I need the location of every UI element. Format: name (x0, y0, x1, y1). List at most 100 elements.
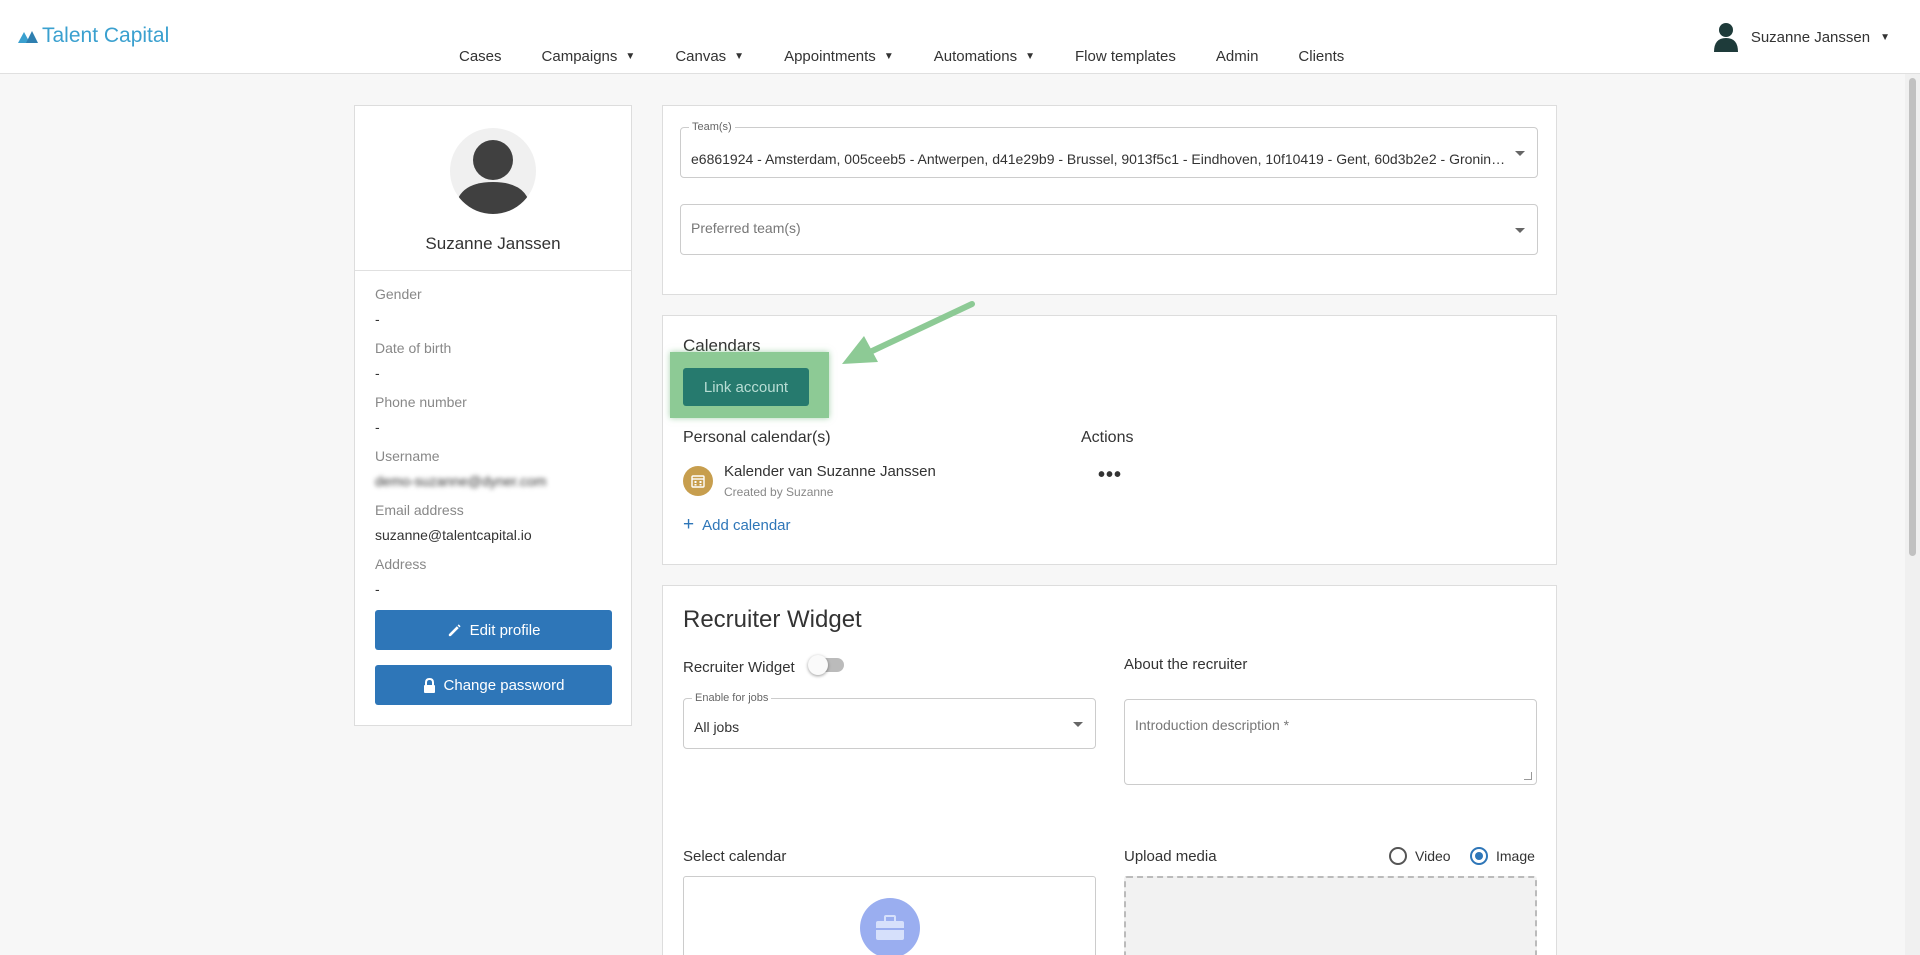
teams-value: e6861924 - Amsterdam, 005ceeb5 - Antwerp… (691, 151, 1511, 167)
nav-item-cases[interactable]: Cases (459, 48, 502, 65)
edit-profile-label: Edit profile (469, 621, 541, 639)
calendar-icon (683, 466, 713, 496)
add-calendar-label: Add calendar (702, 516, 791, 534)
nav-item-flow-templates[interactable]: Flow templates (1075, 48, 1176, 65)
user-name: Suzanne Janssen (1750, 28, 1871, 46)
page-scrollbar[interactable] (1905, 74, 1920, 955)
field-value: - (375, 419, 380, 435)
field-label: Username (375, 448, 440, 464)
link-account-button[interactable]: Link account (683, 368, 809, 406)
field-label: Gender (375, 286, 422, 302)
user-silhouette-icon (455, 140, 531, 214)
calendar-created-by: Created by Suzanne (724, 485, 834, 499)
radio-image-label: Image (1496, 848, 1535, 864)
radio-button[interactable] (1389, 847, 1407, 865)
annotation-arrow-icon (842, 301, 975, 364)
field-label: Address (375, 556, 427, 572)
field-label: Email address (375, 502, 464, 518)
caret-down-icon (1073, 722, 1083, 727)
nav-item-label: Campaigns (541, 48, 618, 65)
recruiter-widget-card: Recruiter Widget Recruiter Widget Enable… (662, 585, 1557, 955)
nav-item-canvas[interactable]: Canvas ▼ (675, 48, 744, 65)
field-label: Date of birth (375, 340, 452, 356)
field-value: - (375, 581, 380, 597)
select-calendar-box[interactable] (683, 876, 1096, 955)
enable-for-jobs-value: All jobs (694, 719, 740, 735)
nav-item-clients[interactable]: Clients (1298, 48, 1344, 65)
recruiter-widget-toggle[interactable] (808, 655, 844, 675)
chevron-down-icon: ▼ (1025, 51, 1036, 62)
profile-name: Suzanne Janssen (425, 234, 561, 253)
recruiter-widget-toggle-label: Recruiter Widget (683, 659, 795, 676)
field-gender: Gender - (375, 286, 422, 327)
caret-down-icon (1515, 228, 1525, 233)
calendars-card: Calendars Link account Personal calendar… (662, 315, 1557, 565)
top-navbar: Talent Capital Cases Campaigns ▼ Canvas ▼ App… (0, 0, 1920, 74)
profile-card: Suzanne Janssen Gender - Date of birth -… (354, 105, 632, 726)
enable-for-jobs-label: Enable for jobs (692, 692, 772, 704)
nav-item-automations[interactable]: Automations ▼ (934, 48, 1035, 65)
resize-grip-icon[interactable] (1524, 772, 1532, 780)
pencil-icon (448, 623, 461, 636)
divider (355, 270, 631, 271)
change-password-button[interactable]: Change password (375, 665, 612, 705)
nav-item-admin[interactable]: Admin (1216, 48, 1259, 65)
caret-down-icon (1515, 151, 1525, 156)
toggle-knob (808, 655, 828, 675)
plus-icon: + (683, 514, 695, 535)
chevron-down-icon: ▼ (625, 51, 636, 62)
actions-header: Actions (1081, 429, 1134, 446)
chevron-down-icon: ▼ (883, 51, 894, 62)
main-nav: Cases Campaigns ▼ Canvas ▼ Appointments ▼ Autom… (459, 48, 1384, 65)
radio-button-selected[interactable] (1470, 847, 1488, 865)
logo-mountain-icon (18, 31, 38, 43)
field-email: Email address suzanne@talentcapital.io (375, 502, 532, 543)
nav-item-label: Appointments (784, 48, 876, 65)
field-value: - (375, 365, 380, 381)
field-username: Username demo-suzanne@dyner.com (375, 448, 546, 489)
briefcase-icon (860, 898, 920, 955)
field-value: suzanne@talentcapital.io (375, 527, 532, 543)
lock-icon (423, 677, 435, 693)
nav-item-campaigns[interactable]: Campaigns ▼ (542, 48, 636, 65)
edit-profile-button[interactable]: Edit profile (375, 610, 612, 650)
nav-item-label: Automations (933, 48, 1018, 65)
scrollbar-thumb[interactable] (1909, 78, 1916, 556)
radio-image[interactable]: Image (1470, 847, 1535, 865)
teams-label: Team(s) (689, 121, 735, 133)
field-value: - (375, 311, 380, 327)
introduction-textarea[interactable]: Introduction description * (1124, 699, 1537, 785)
nav-item-label: Canvas (675, 48, 727, 65)
nav-item-label: Admin (1215, 48, 1259, 65)
radio-video-label: Video (1415, 848, 1451, 864)
calendar-name: Kalender van Suzanne Janssen (724, 463, 936, 480)
profile-avatar (450, 128, 536, 214)
more-actions-icon[interactable]: ••• (1098, 464, 1122, 487)
user-avatar-icon (1713, 23, 1738, 52)
teams-select[interactable]: Team(s) e6861924 - Amsterdam, 005ceeb5 -… (680, 121, 1538, 178)
recruiter-widget-title: Recruiter Widget (683, 606, 862, 633)
radio-video[interactable]: Video (1389, 847, 1451, 865)
app-logo[interactable]: Talent Capital (18, 24, 169, 48)
enable-for-jobs-select[interactable]: Enable for jobs All jobs (683, 692, 1096, 749)
personal-calendars-header: Personal calendar(s) (683, 429, 831, 446)
nav-item-label: Cases (459, 48, 502, 65)
introduction-placeholder: Introduction description * (1135, 717, 1290, 733)
nav-item-label: Clients (1298, 48, 1345, 65)
preferred-teams-select[interactable]: Preferred team(s) (680, 204, 1538, 255)
teams-card: Team(s) e6861924 - Amsterdam, 005ceeb5 -… (662, 105, 1557, 295)
upload-media-dropzone[interactable] (1124, 876, 1537, 955)
chevron-down-icon: ▼ (734, 51, 745, 62)
upload-media-label: Upload media (1124, 848, 1217, 865)
field-label: Phone number (375, 394, 467, 410)
field-date-of-birth: Date of birth - (375, 340, 451, 381)
logo-text: Talent Capital (42, 24, 170, 47)
nav-item-appointments[interactable]: Appointments ▼ (784, 48, 894, 65)
user-menu[interactable]: Suzanne Janssen ▼ (1713, 22, 1890, 52)
field-address: Address - (375, 556, 426, 597)
chevron-down-icon: ▼ (1880, 31, 1890, 43)
field-phone: Phone number - (375, 394, 467, 435)
add-calendar-link[interactable]: + Add calendar (683, 514, 791, 536)
about-recruiter-label: About the recruiter (1124, 656, 1248, 673)
nav-item-label: Flow templates (1075, 48, 1176, 65)
